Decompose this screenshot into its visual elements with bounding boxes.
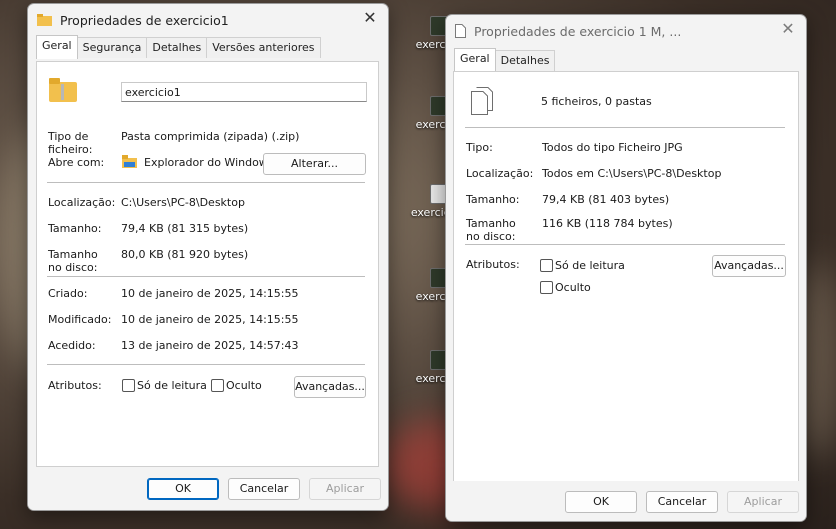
opens-with-label: Abre com: [48,156,105,169]
modified-value: 10 de janeiro de 2025, 14:15:55 [121,313,299,326]
title-bar: Propriedades de exercicio1 ✕ [28,4,388,36]
attributes-label: Atributos: [48,379,102,392]
divider [47,276,365,277]
properties-window-zip: Propriedades de exercicio1 ✕ Geral Segur… [27,3,389,511]
apply-button[interactable]: Aplicar [727,491,799,513]
hidden-label: Oculto [226,379,262,392]
hidden-label: Oculto [555,281,591,294]
readonly-label: Só de leitura [555,259,625,272]
modified-label: Modificado: [48,313,112,326]
title-bar: Propriedades de exercicio 1 M, ... ✕ [446,15,806,47]
created-label: Criado: [48,287,88,300]
divider [465,244,785,245]
type-label: Tipo: [466,141,493,154]
change-button[interactable]: Alterar... [263,153,366,175]
hidden-checkbox[interactable] [540,281,553,294]
tab-general[interactable]: Geral [454,48,496,72]
tab-details[interactable]: Detalhes [146,37,208,58]
readonly-label: Só de leitura [137,379,207,392]
type-label: Tipo de ficheiro: [48,130,93,156]
cancel-button[interactable]: Cancelar [646,491,718,513]
size-label: Tamanho: [466,193,520,206]
size-value: 79,4 KB (81 403 bytes) [542,193,670,206]
location-label: Localização: [466,167,534,180]
tab-details[interactable]: Detalhes [494,50,556,71]
location-label: Localização: [48,196,116,209]
size-value: 79,4 KB (81 315 bytes) [121,222,249,235]
attributes-label: Atributos: [466,258,520,271]
location-value: Todos em C:\Users\PC-8\Desktop [542,167,722,180]
tab-strip: Geral Detalhes [446,47,806,72]
disk-size-value: 116 KB (118 784 bytes) [542,217,673,230]
type-value: Todos do tipo Ficheiro JPG [542,141,683,154]
size-label: Tamanho: [48,222,102,235]
close-icon[interactable]: ✕ [780,21,796,37]
window-title: Propriedades de exercicio1 [60,12,229,28]
window-title: Propriedades de exercicio 1 M, ... [474,23,682,39]
properties-window-multi: Propriedades de exercicio 1 M, ... ✕ Ger… [445,14,807,522]
type-value: Pasta comprimida (zipada) (.zip) [121,130,300,143]
accessed-value: 13 de janeiro de 2025, 14:57:43 [121,339,299,352]
advanced-button[interactable]: Avançadas... [294,376,366,398]
disk-size-value: 80,0 KB (81 920 bytes) [121,248,249,261]
ok-button[interactable]: OK [565,491,637,513]
tab-general[interactable]: Geral [36,35,78,59]
folder-icon [122,155,137,168]
divider [465,127,785,128]
file-icon [455,24,466,38]
button-bar: OK Cancelar Aplicar [446,481,806,521]
opens-with-value: Explorador do Windows [144,156,274,169]
hidden-checkbox[interactable] [211,379,224,392]
disk-size-label: Tamanho no disco: [466,217,516,243]
cancel-button[interactable]: Cancelar [228,478,300,500]
zip-folder-icon [37,14,52,26]
location-value: C:\Users\PC-8\Desktop [121,196,245,209]
disk-size-label: Tamanho no disco: [48,248,98,274]
divider [47,182,365,183]
created-value: 10 de janeiro de 2025, 14:15:55 [121,287,299,300]
apply-button[interactable]: Aplicar [309,478,381,500]
ok-button[interactable]: OK [147,478,219,500]
advanced-button[interactable]: Avançadas... [712,255,786,277]
selection-summary: 5 ficheiros, 0 pastas [541,95,652,108]
zip-folder-icon [49,78,77,102]
divider [47,364,365,365]
readonly-checkbox[interactable] [540,259,553,272]
tab-security[interactable]: Segurança [76,37,148,58]
button-bar: OK Cancelar Aplicar [28,470,388,510]
general-panel: exercicio1 Tipo de ficheiro: Pasta compr… [36,61,379,467]
general-panel: 5 ficheiros, 0 pastas Tipo: Todos do tip… [453,71,799,483]
tab-strip: Geral Segurança Detalhes Versões anterio… [28,35,388,59]
filename-input[interactable]: exercicio1 [121,82,367,102]
close-icon[interactable]: ✕ [362,10,378,26]
accessed-label: Acedido: [48,339,96,352]
tab-previous-versions[interactable]: Versões anteriores [206,37,321,58]
multiple-files-icon [471,87,493,115]
readonly-checkbox[interactable] [122,379,135,392]
